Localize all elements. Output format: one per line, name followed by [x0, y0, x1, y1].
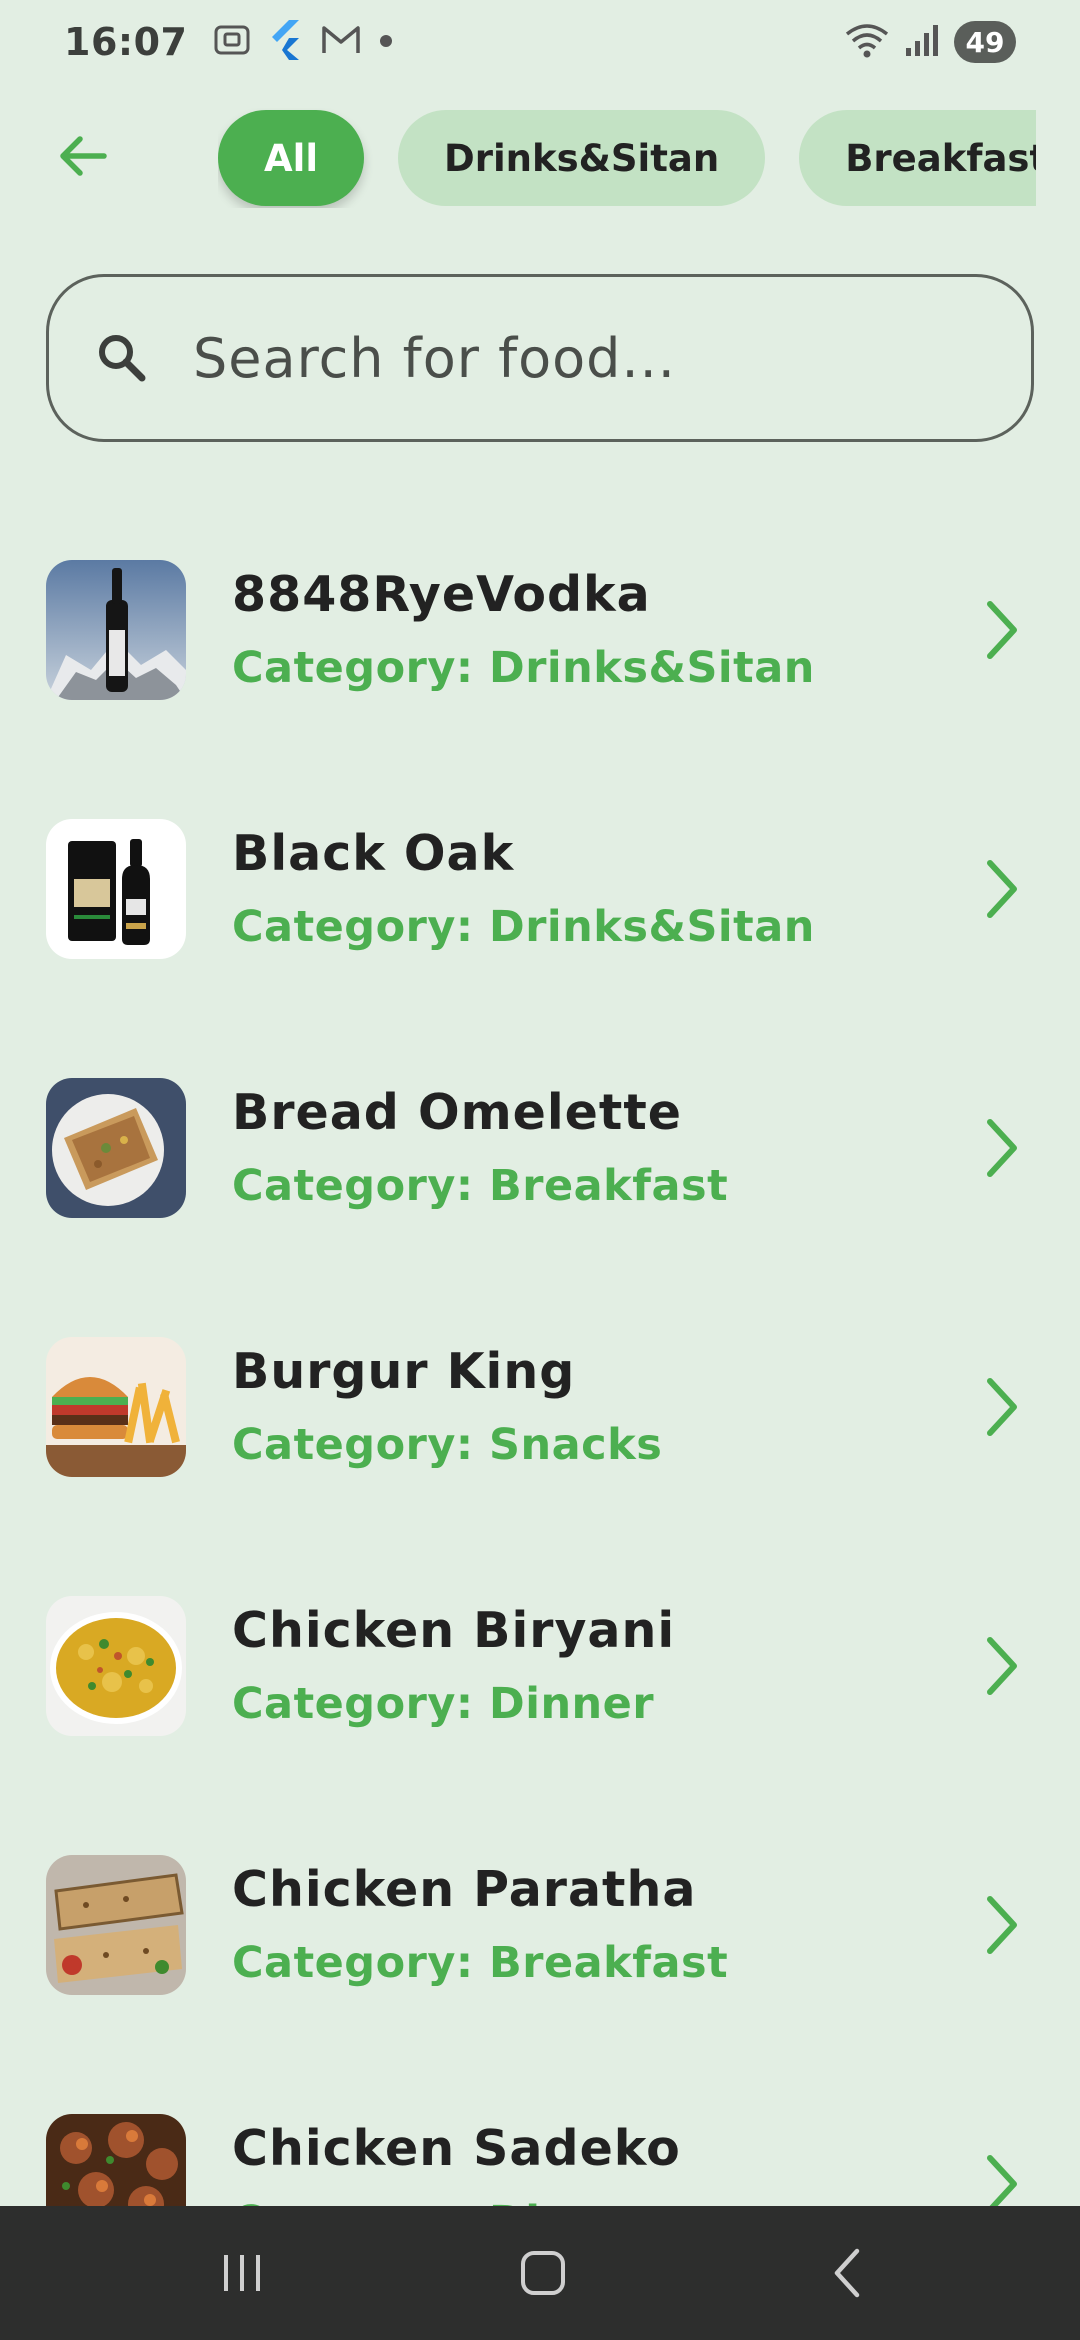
food-thumbnail — [46, 2113, 186, 2206]
chevron-right-icon — [974, 592, 1030, 668]
status-time: 16:07 — [64, 20, 188, 64]
screenshot-icon — [213, 21, 251, 63]
signal-icon — [904, 22, 940, 62]
wifi-icon — [844, 20, 890, 64]
search-icon — [87, 323, 157, 393]
battery-indicator: 49 — [954, 21, 1016, 63]
chevron-right-icon — [974, 2146, 1030, 2206]
list-item[interactable]: Chicken Paratha Category: Breakfast — [0, 1795, 1080, 2054]
food-category: Category: Breakfast — [232, 1938, 729, 1988]
food-list: 8848RyeVodka Category: Drinks&Sitan Blac… — [0, 500, 1080, 2206]
food-category: Category: Drinks&Sitan — [232, 902, 815, 952]
chip-all[interactable]: All — [218, 110, 365, 206]
list-item[interactable]: Chicken Sadeko Category: Dinner — [0, 2054, 1080, 2206]
status-bar: 16:07 49 — [0, 0, 1080, 84]
chevron-right-icon — [974, 1628, 1030, 1704]
search-box[interactable] — [46, 274, 1034, 442]
system-icons: 49 — [844, 20, 1016, 64]
home-icon — [521, 2251, 565, 2295]
food-name: Burgur King — [232, 1343, 576, 1400]
chip-drinks-sitan[interactable]: Drinks&Sitan — [398, 110, 766, 206]
back-icon — [834, 2248, 860, 2298]
food-name: Chicken Biryani — [232, 1602, 676, 1659]
chip-breakfast[interactable]: Breakfast — [799, 110, 1036, 206]
food-category: Category: Dinner — [232, 1679, 655, 1729]
chevron-right-icon — [974, 851, 1030, 927]
food-category: Category: Drinks&Sitan — [232, 643, 815, 693]
chevron-right-icon — [974, 1369, 1030, 1445]
list-item[interactable]: Bread Omelette Category: Breakfast — [0, 1018, 1080, 1277]
food-name: Chicken Sadeko — [232, 2120, 681, 2177]
system-nav-bar — [0, 2206, 1080, 2340]
home-button[interactable] — [498, 2236, 588, 2310]
food-thumbnail — [46, 559, 186, 700]
food-category: Category: Snacks — [232, 1420, 663, 1470]
food-name: Bread Omelette — [232, 1084, 682, 1141]
food-thumbnail — [46, 1077, 186, 1218]
dot-icon — [379, 33, 393, 52]
food-category: Category: Breakfast — [232, 1161, 729, 1211]
food-thumbnail — [46, 818, 186, 959]
list-item[interactable]: Burgur King Category: Snacks — [0, 1277, 1080, 1536]
notification-icons — [213, 20, 393, 64]
chevron-right-icon — [974, 1887, 1030, 1963]
recent-apps-icon — [224, 2255, 260, 2291]
list-item[interactable]: 8848RyeVodka Category: Drinks&Sitan — [0, 500, 1080, 759]
top-bar: All Drinks&Sitan Breakfast — [0, 100, 1080, 212]
chevron-right-icon — [974, 1110, 1030, 1186]
flutter-icon — [269, 20, 303, 64]
list-item[interactable]: Chicken Biryani Category: Dinner — [0, 1536, 1080, 1795]
gmail-icon — [321, 24, 361, 60]
category-chips: All Drinks&Sitan Breakfast — [218, 108, 1036, 208]
food-name: Black Oak — [232, 825, 515, 882]
food-thumbnail — [46, 1336, 186, 1477]
food-name: Chicken Paratha — [232, 1861, 697, 1918]
food-name: 8848RyeVodka — [232, 566, 651, 623]
food-thumbnail — [46, 1854, 186, 1995]
recent-apps-button[interactable] — [197, 2236, 287, 2310]
food-thumbnail — [46, 1595, 186, 1736]
back-nav-button[interactable] — [802, 2236, 892, 2310]
food-category: Category: Dinner — [232, 2197, 681, 2206]
list-item[interactable]: Black Oak Category: Drinks&Sitan — [0, 759, 1080, 1018]
search-input[interactable] — [193, 308, 1031, 408]
arrow-left-icon — [60, 136, 107, 176]
back-button[interactable] — [44, 118, 120, 194]
